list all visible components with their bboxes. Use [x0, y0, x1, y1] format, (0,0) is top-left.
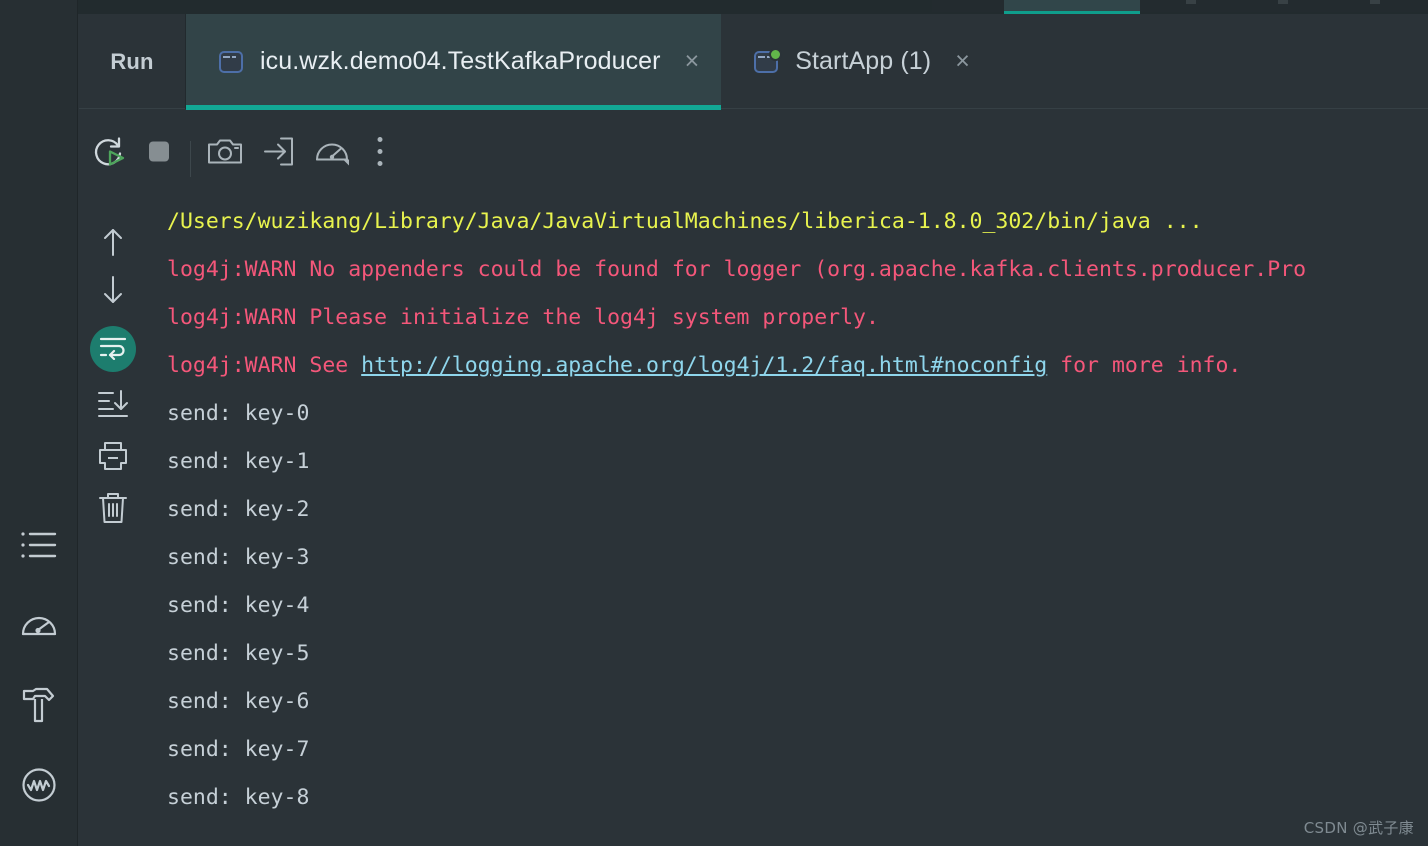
scroll-down-button[interactable]: [91, 270, 135, 314]
console-line-prefix: log4j:WARN See: [167, 353, 362, 378]
sidebar-item-monitor[interactable]: [16, 762, 62, 808]
rerun-button[interactable]: [89, 132, 129, 177]
scroll-to-end-button[interactable]: [91, 384, 135, 428]
more-button[interactable]: [369, 135, 391, 174]
tab-close-icon[interactable]: ×: [955, 49, 970, 74]
top-strip-tick: [1370, 0, 1380, 4]
sidebar-item-profiler[interactable]: [16, 602, 62, 648]
profiler-button[interactable]: [313, 135, 351, 174]
console-line: send: key-2: [167, 497, 310, 522]
console-line: log4j:WARN No appenders could be found f…: [167, 257, 1307, 282]
console-line: send: key-3: [167, 545, 310, 570]
console-line: send: key-6: [167, 689, 310, 714]
tab-start-app[interactable]: StartApp (1) ×: [721, 14, 992, 109]
console-line: /Users/wuzikang/Library/Java/JavaVirtual…: [167, 209, 1203, 234]
scroll-up-button[interactable]: [91, 222, 135, 266]
arrow-down-icon: [98, 273, 128, 312]
log4j-faq-link[interactable]: http://logging.apache.org/log4j/1.2/faq.…: [361, 353, 1047, 378]
console-line-suffix: for more info.: [1047, 353, 1242, 378]
list-icon: [19, 528, 59, 562]
watermark: CSDN @武子康: [1303, 819, 1414, 837]
trash-icon: [97, 491, 129, 530]
sidebar-item-build[interactable]: [16, 682, 62, 728]
console-output[interactable]: /Users/wuzikang/Library/Java/JavaVirtual…: [147, 198, 1428, 846]
top-partial-toolwindow-strip: [0, 0, 1428, 15]
camera-icon: [207, 136, 243, 173]
tab-test-kafka-producer[interactable]: icu.wzk.demo04.TestKafkaProducer ×: [186, 14, 722, 110]
print-button[interactable]: [91, 436, 135, 480]
console-line: send: key-4: [167, 593, 310, 618]
toolbar-separator: [190, 141, 191, 177]
run-toolwindow-header: Run icu.wzk.demo04.TestKafkaProducer × S…: [79, 14, 1428, 110]
stop-button[interactable]: [143, 136, 175, 173]
top-strip-segment: [932, 0, 1004, 12]
printer-icon: [96, 440, 130, 477]
console-line: send: key-5: [167, 641, 310, 666]
sidebar-item-structure[interactable]: [16, 522, 62, 568]
tab-close-icon[interactable]: ×: [685, 49, 700, 74]
top-strip-active-tab[interactable]: [1004, 0, 1140, 11]
console-line: send: key-7: [167, 737, 310, 762]
stop-icon: [143, 136, 175, 173]
console-line: send: key-1: [167, 449, 310, 474]
arrow-up-icon: [98, 225, 128, 264]
run-toolwindow-label: Run: [79, 14, 186, 109]
arrow-into-box-icon: [261, 136, 295, 173]
top-strip-tick: [1278, 0, 1288, 4]
console-line: send: key-8: [167, 785, 310, 810]
scroll-to-end-icon: [96, 388, 130, 425]
top-strip-tick: [1186, 0, 1196, 4]
rerun-icon: [89, 132, 129, 177]
wave-circle-icon: [20, 766, 58, 804]
ide-run-window: Run icu.wzk.demo04.TestKafkaProducer × S…: [0, 0, 1428, 846]
console-gutter: [79, 198, 147, 846]
console-line-with-link: log4j:WARN See http://logging.apache.org…: [147, 342, 1428, 390]
hammer-icon: [21, 686, 57, 724]
left-tool-sidebar: [0, 0, 78, 846]
tab-label: StartApp (1): [795, 47, 932, 75]
tab-label: icu.wzk.demo04.TestKafkaProducer: [260, 47, 661, 75]
console-line: send: key-0: [167, 401, 310, 426]
more-vertical-icon: [369, 135, 391, 174]
attach-button[interactable]: [261, 136, 295, 173]
run-configuration-icon: [218, 49, 246, 75]
clear-all-button[interactable]: [91, 488, 135, 532]
console-line: log4j:WARN Please initialize the log4j s…: [167, 305, 879, 330]
soft-wrap-icon: [98, 334, 128, 365]
run-configuration-running-icon: [753, 47, 783, 75]
run-tab-strip: icu.wzk.demo04.TestKafkaProducer × Start…: [186, 14, 992, 110]
soft-wrap-button[interactable]: [90, 326, 136, 372]
run-toolbar: [79, 110, 1428, 198]
gauge-icon: [20, 609, 58, 641]
screenshot-button[interactable]: [207, 136, 243, 173]
gauge-icon: [313, 135, 351, 174]
